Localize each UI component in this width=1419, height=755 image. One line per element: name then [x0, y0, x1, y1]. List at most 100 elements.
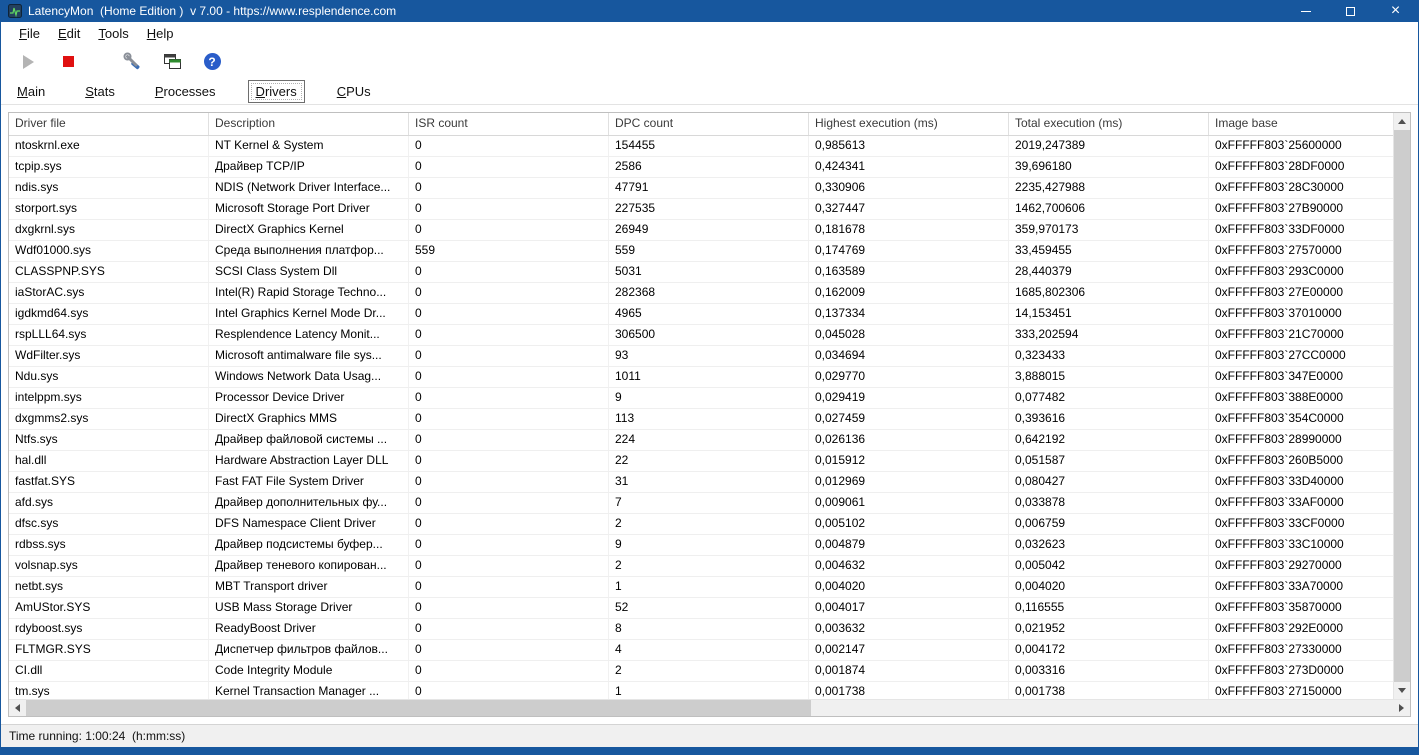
cell-image-base: 0xFFFFF803`347E0000	[1215, 369, 1344, 383]
cell-total-execution: 3,888015	[1009, 367, 1209, 387]
horizontal-scroll-track[interactable]	[811, 700, 1393, 716]
cell-highest-execution: 0,001738	[809, 682, 1009, 699]
table-row[interactable]: hal.dll Hardware Abstraction Layer DLL 0…	[9, 451, 1393, 472]
cell-highest-execution: 0,004632	[809, 556, 1009, 576]
column-header-isr-count[interactable]: ISR count	[409, 113, 609, 135]
cell-isr-count: 0	[409, 157, 609, 177]
column-header-image-base[interactable]: Image base	[1209, 113, 1393, 135]
scroll-right-button[interactable]	[1393, 700, 1410, 716]
cell-total-execution: 359,970173	[1009, 220, 1209, 240]
help-button[interactable]: ?	[201, 51, 223, 73]
table-row[interactable]: fastfat.SYS Fast FAT File System Driver …	[9, 472, 1393, 493]
vertical-scroll-thumb[interactable]	[1394, 130, 1410, 682]
cell-dpc-count: 2	[609, 556, 809, 576]
cell-total-execution: 0,051587	[1009, 451, 1209, 471]
scroll-left-button[interactable]	[9, 700, 26, 716]
cell-image-base: 0xFFFFF803`28DF0000	[1215, 159, 1345, 173]
cell-highest-execution: 0,162009	[809, 283, 1009, 303]
table-row[interactable]: dxgkrnl.sys DirectX Graphics Kernel 0 26…	[9, 220, 1393, 241]
table-row[interactable]: AmUStor.SYS USB Mass Storage Driver 0 52…	[9, 598, 1393, 619]
menu-help[interactable]: Help	[138, 24, 183, 43]
table-row[interactable]: dxgmms2.sys DirectX Graphics MMS 0 113 0…	[9, 409, 1393, 430]
cell-dpc-count: 5031	[609, 262, 809, 282]
column-header-driver-file[interactable]: Driver file	[9, 113, 209, 135]
tab-cpus[interactable]: CPUs	[329, 80, 379, 103]
table-row[interactable]: rspLLL64.sys Resplendence Latency Monit.…	[9, 325, 1393, 346]
menu-file[interactable]: File	[10, 24, 49, 43]
table-row[interactable]: Ndu.sys Windows Network Data Usag... 0 1…	[9, 367, 1393, 388]
cell-driver-file: CI.dll	[9, 661, 209, 681]
table-row[interactable]: WdFilter.sys Microsoft antimalware file …	[9, 346, 1393, 367]
options-button[interactable]	[121, 51, 143, 73]
cell-driver-file: rspLLL64.sys	[9, 325, 209, 345]
cell-description: Kernel Transaction Manager ...	[209, 682, 409, 699]
table-row[interactable]: ndis.sys NDIS (Network Driver Interface.…	[9, 178, 1393, 199]
cell-driver-file: igdkmd64.sys	[9, 304, 209, 324]
vertical-scrollbar[interactable]	[1393, 113, 1410, 699]
column-header-total-execution[interactable]: Total execution (ms)	[1009, 113, 1209, 135]
cell-total-execution: 0,001738	[1009, 682, 1209, 699]
cell-image-base: 0xFFFFF803`27330000	[1215, 642, 1342, 656]
table-row[interactable]: iaStorAC.sys Intel(R) Rapid Storage Tech…	[9, 283, 1393, 304]
horizontal-scroll-thumb[interactable]	[26, 700, 811, 716]
cell-isr-count: 0	[409, 262, 609, 282]
cell-highest-execution: 0,012969	[809, 472, 1009, 492]
cell-total-execution: 0,021952	[1009, 619, 1209, 639]
cell-driver-file: rdbss.sys	[9, 535, 209, 555]
minimize-button[interactable]	[1283, 0, 1328, 22]
tab-stats[interactable]: Stats	[77, 80, 123, 103]
table-row[interactable]: igdkmd64.sys Intel Graphics Kernel Mode …	[9, 304, 1393, 325]
scroll-down-button[interactable]	[1394, 682, 1410, 699]
cell-description: Драйвер TCP/IP	[209, 157, 409, 177]
table-row[interactable]: volsnap.sys Драйвер теневого копирован..…	[9, 556, 1393, 577]
cell-image-base: 0xFFFFF803`28990000	[1215, 432, 1342, 446]
cell-image-base: 0xFFFFF803`21C70000	[1215, 327, 1344, 341]
cell-total-execution: 0,005042	[1009, 556, 1209, 576]
table-row[interactable]: afd.sys Драйвер дополнительных фу... 0 7…	[9, 493, 1393, 514]
stop-monitor-button[interactable]	[57, 51, 79, 73]
cell-total-execution: 28,440379	[1009, 262, 1209, 282]
cell-isr-count: 0	[409, 409, 609, 429]
table-row[interactable]: intelppm.sys Processor Device Driver 0 9…	[9, 388, 1393, 409]
menu-edit[interactable]: Edit	[49, 24, 89, 43]
table-row[interactable]: tcpip.sys Драйвер TCP/IP 0 2586 0,424341…	[9, 157, 1393, 178]
table-header: Driver file Description ISR count DPC co…	[9, 113, 1393, 136]
cell-total-execution: 33,459455	[1009, 241, 1209, 261]
table-row[interactable]: Ntfs.sys Драйвер файловой системы ... 0 …	[9, 430, 1393, 451]
stack-windows-button[interactable]	[161, 51, 183, 73]
table-row[interactable]: storport.sys Microsoft Storage Port Driv…	[9, 199, 1393, 220]
column-header-highest-execution[interactable]: Highest execution (ms)	[809, 113, 1009, 135]
scroll-up-button[interactable]	[1394, 113, 1410, 130]
cell-driver-file: ndis.sys	[9, 178, 209, 198]
table-row[interactable]: dfsc.sys DFS Namespace Client Driver 0 2…	[9, 514, 1393, 535]
table-row[interactable]: netbt.sys MBT Transport driver 0 1 0,004…	[9, 577, 1393, 598]
close-button[interactable]: ×	[1373, 0, 1418, 22]
cell-isr-count: 559	[409, 241, 609, 261]
menu-tools[interactable]: Tools	[89, 24, 137, 43]
table-row[interactable]: tm.sys Kernel Transaction Manager ... 0 …	[9, 682, 1393, 699]
tab-main[interactable]: Main	[9, 80, 53, 103]
stop-icon	[62, 56, 74, 67]
cell-dpc-count: 93	[609, 346, 809, 366]
horizontal-scrollbar[interactable]	[9, 699, 1410, 716]
cell-description: Intel Graphics Kernel Mode Dr...	[209, 304, 409, 324]
column-header-description[interactable]: Description	[209, 113, 409, 135]
table-row[interactable]: CLASSPNP.SYS SCSI Class System Dll 0 503…	[9, 262, 1393, 283]
cell-highest-execution: 0,029419	[809, 388, 1009, 408]
tab-processes[interactable]: Processes	[147, 80, 224, 103]
maximize-button[interactable]	[1328, 0, 1373, 22]
cell-dpc-count: 9	[609, 388, 809, 408]
cell-total-execution: 0,006759	[1009, 514, 1209, 534]
cell-description: MBT Transport driver	[209, 577, 409, 597]
table-row[interactable]: CI.dll Code Integrity Module 0 2 0,00187…	[9, 661, 1393, 682]
table-row[interactable]: FLTMGR.SYS Диспетчер фильтров файлов... …	[9, 640, 1393, 661]
table-row[interactable]: Wdf01000.sys Среда выполнения платфор...…	[9, 241, 1393, 262]
table-row[interactable]: ntoskrnl.exe NT Kernel & System 0 154455…	[9, 136, 1393, 157]
table-body: ntoskrnl.exe NT Kernel & System 0 154455…	[9, 136, 1393, 699]
start-monitor-button[interactable]	[17, 51, 39, 73]
cell-total-execution: 0,032623	[1009, 535, 1209, 555]
column-header-dpc-count[interactable]: DPC count	[609, 113, 809, 135]
table-row[interactable]: rdbss.sys Драйвер подсистемы буфер... 0 …	[9, 535, 1393, 556]
table-row[interactable]: rdyboost.sys ReadyBoost Driver 0 8 0,003…	[9, 619, 1393, 640]
tab-drivers[interactable]: Drivers	[247, 79, 305, 103]
